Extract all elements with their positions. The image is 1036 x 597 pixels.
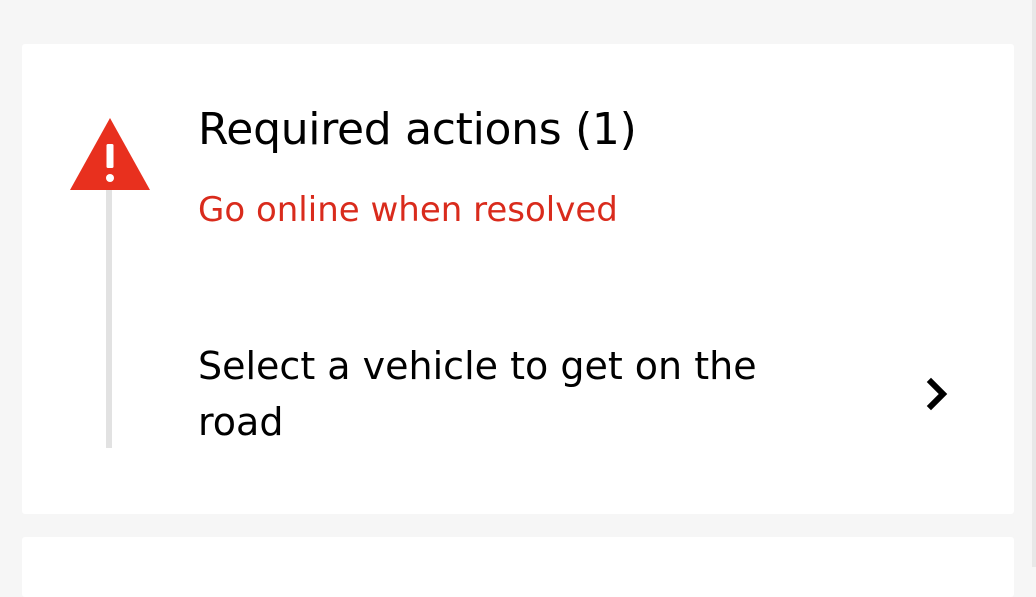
next-card xyxy=(22,537,1014,597)
required-actions-subtitle: Go online when resolved xyxy=(198,190,618,230)
required-actions-card: Required actions (1) Go online when reso… xyxy=(22,44,1014,514)
warning-triangle-icon xyxy=(70,118,150,190)
action-item-select-vehicle[interactable]: Select a vehicle to get on the road xyxy=(182,328,982,458)
chevron-right-icon xyxy=(926,377,948,411)
scrollbar[interactable] xyxy=(1032,0,1036,567)
timeline-line xyxy=(106,190,112,448)
required-actions-title: Required actions (1) xyxy=(198,104,637,155)
action-item-label: Select a vehicle to get on the road xyxy=(198,344,757,444)
